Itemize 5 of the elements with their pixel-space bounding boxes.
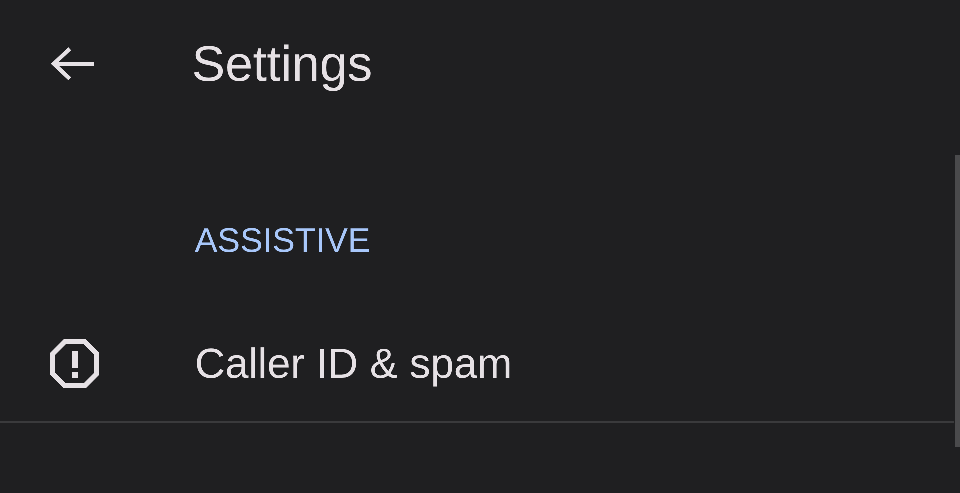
alert-octagon-icon xyxy=(50,338,100,388)
settings-item[interactable]: Caller ID & spam xyxy=(0,306,954,423)
back-icon[interactable] xyxy=(50,47,96,81)
page-title: Settings xyxy=(192,39,373,89)
section-heading: ASSISTIVE xyxy=(195,222,371,260)
